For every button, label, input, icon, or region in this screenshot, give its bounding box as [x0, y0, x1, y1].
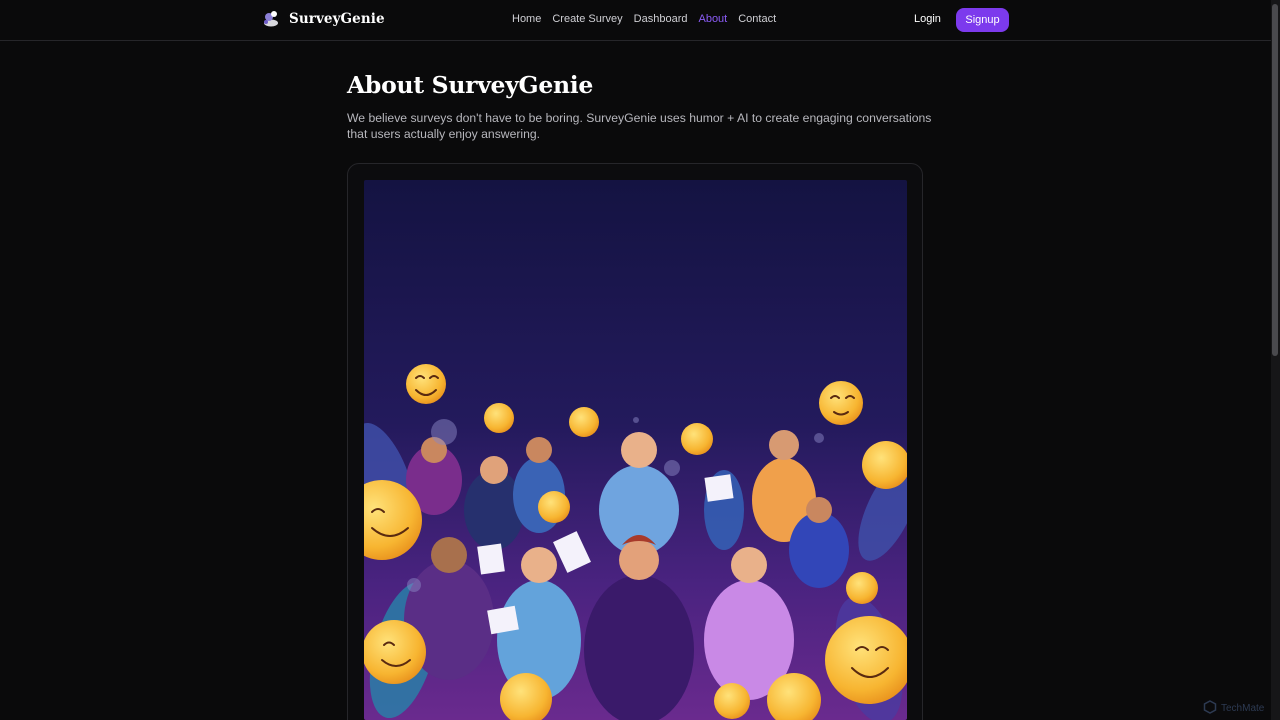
nav-home[interactable]: Home	[512, 13, 541, 25]
brand-name: SurveyGenie	[289, 11, 385, 27]
page-title: About SurveyGenie	[347, 71, 594, 99]
watermark: TechMate	[1203, 700, 1264, 717]
login-link[interactable]: Login	[914, 13, 941, 25]
about-description: We believe surveys don't have to be bori…	[347, 111, 932, 141]
nav-contact[interactable]: Contact	[738, 13, 776, 25]
nav-about[interactable]: About	[698, 13, 727, 25]
hexagon-icon	[1203, 700, 1217, 717]
signup-button[interactable]: Signup	[956, 8, 1009, 32]
brand-logo-link[interactable]: SurveyGenie	[262, 9, 385, 29]
nav-dashboard[interactable]: Dashboard	[634, 13, 688, 25]
watermark-label: TechMate	[1221, 703, 1265, 714]
nav-create-survey[interactable]: Create Survey	[552, 13, 622, 25]
scrollbar-thumb[interactable]	[1272, 4, 1278, 356]
genie-lamp-icon	[262, 9, 282, 29]
top-navbar: SurveyGenie Home Create Survey Dashboard…	[0, 0, 1271, 41]
hero-illustration	[364, 180, 907, 720]
main-nav: Home Create Survey Dashboard About Conta…	[512, 13, 776, 25]
